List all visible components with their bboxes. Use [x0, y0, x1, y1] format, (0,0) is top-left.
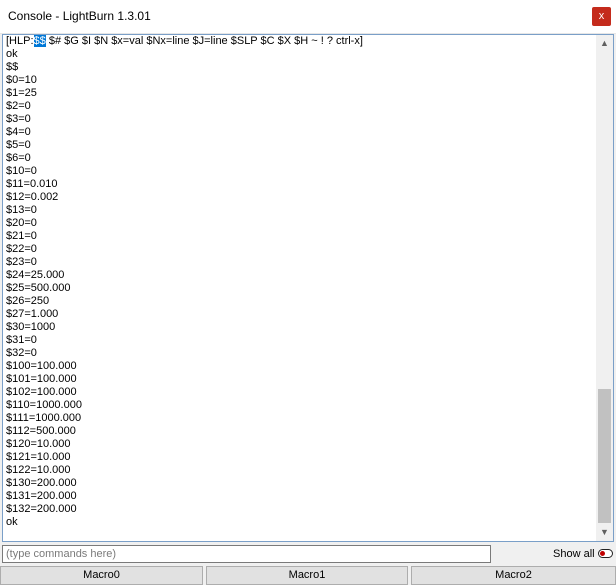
console-line: $132=200.000	[6, 503, 77, 515]
console-line: $32=0	[6, 347, 37, 359]
console-line: $23=0	[6, 256, 37, 268]
console-line: $27=1.000	[6, 308, 59, 320]
window-title: Console - LightBurn 1.3.01	[8, 9, 151, 23]
console-line: $3=0	[6, 113, 31, 125]
vertical-scrollbar[interactable]: ▲ ▼	[596, 35, 613, 541]
console-output[interactable]: [HLP:$$ $# $G $I $N $x=val $Nx=line $J=l…	[2, 34, 614, 542]
console-text: [HLP:$$ $# $G $I $N $x=val $Nx=line $J=l…	[6, 35, 596, 529]
scroll-down-icon[interactable]: ▼	[596, 524, 613, 541]
console-line: $1=25	[6, 87, 37, 99]
scroll-up-icon[interactable]: ▲	[596, 35, 613, 52]
console-line: $110=1000.000	[6, 399, 82, 411]
console-line: $11=0.010	[6, 178, 58, 190]
close-button[interactable]: x	[592, 7, 611, 26]
console-window: Console - LightBurn 1.3.01 x [HLP:$$ $# …	[0, 0, 616, 585]
console-line: $120=10.000	[6, 438, 71, 450]
console-line: $13=0	[6, 204, 37, 216]
console-line: $0=10	[6, 74, 37, 86]
console-line: $26=250	[6, 295, 50, 307]
console-line: $121=10.000	[6, 451, 71, 463]
console-line: ok	[6, 48, 18, 60]
console-line: $24=25.000	[6, 269, 65, 281]
command-input[interactable]	[2, 545, 491, 563]
console-line: $25=500.000	[6, 282, 71, 294]
console-line: ok	[6, 516, 18, 528]
console-line: $122=10.000	[6, 464, 71, 476]
help-suffix: $# $G $I $N $x=val $Nx=line $J=line $SLP…	[45, 35, 363, 47]
console-line: $100=100.000	[6, 360, 77, 372]
console-line: $30=1000	[6, 321, 56, 333]
console-line: $4=0	[6, 126, 31, 138]
console-line: $12=0.002	[6, 191, 59, 203]
console-line: $112=500.000	[6, 425, 76, 437]
console-line: $20=0	[6, 217, 37, 229]
console-line: $21=0	[6, 230, 37, 242]
console-line: $10=0	[6, 165, 37, 177]
macro0-button[interactable]: Macro0	[0, 566, 203, 585]
title-bar: Console - LightBurn 1.3.01 x	[0, 0, 616, 34]
console-line: $22=0	[6, 243, 37, 255]
console-line: $2=0	[6, 100, 31, 112]
show-all-toggle[interactable]	[598, 549, 613, 558]
console-line: $6=0	[6, 152, 31, 164]
console-line: $131=200.000	[6, 490, 77, 502]
macro2-button[interactable]: Macro2	[411, 566, 616, 585]
console-line: $101=100.000	[6, 373, 77, 385]
toggle-knob	[600, 551, 605, 556]
console-line: $5=0	[6, 139, 31, 151]
macro-bar: Macro0 Macro1 Macro2	[0, 566, 616, 585]
console-line: $130=200.000	[6, 477, 77, 489]
help-prefix: [HLP:	[6, 35, 34, 47]
scroll-thumb[interactable]	[598, 389, 611, 523]
console-line: $$	[6, 61, 19, 73]
console-line-help: [HLP:$$ $# $G $I $N $x=val $Nx=line $J=l…	[6, 35, 596, 48]
console-line: $31=0	[6, 334, 37, 346]
console-line: $102=100.000	[6, 386, 77, 398]
show-all-label: Show all	[553, 548, 595, 560]
console-line: $111=1000.000	[6, 412, 82, 424]
macro1-button[interactable]: Macro1	[206, 566, 408, 585]
selected-text: $$	[33, 35, 46, 47]
